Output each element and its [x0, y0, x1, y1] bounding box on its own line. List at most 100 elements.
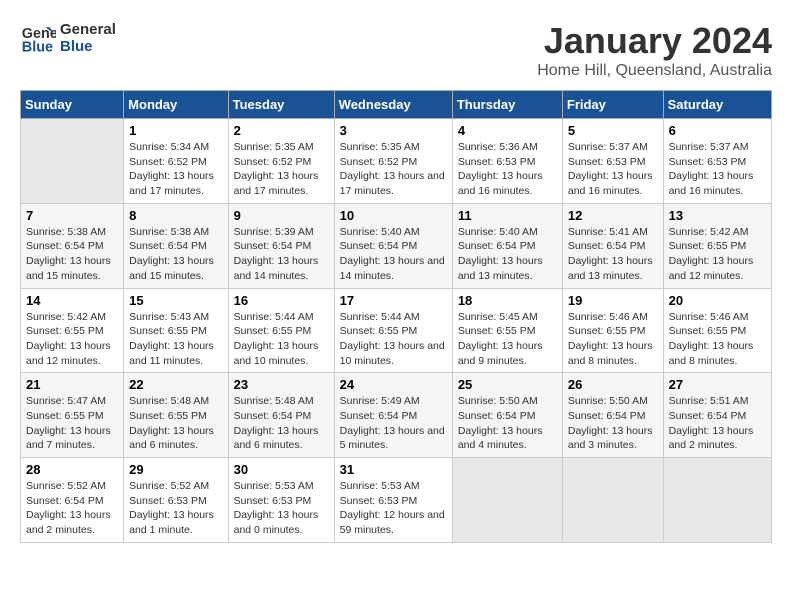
calendar-cell: 6 Sunrise: 5:37 AMSunset: 6:53 PMDaylight… — [663, 119, 771, 204]
calendar-cell: 9 Sunrise: 5:39 AMSunset: 6:54 PMDaylight… — [228, 203, 334, 288]
day-info: Sunrise: 5:41 AMSunset: 6:54 PMDaylight:… — [568, 225, 658, 284]
logo-line2: Blue — [60, 38, 116, 55]
day-info: Sunrise: 5:42 AMSunset: 6:55 PMDaylight:… — [669, 225, 766, 284]
day-number: 29 — [129, 462, 222, 477]
day-info: Sunrise: 5:51 AMSunset: 6:54 PMDaylight:… — [669, 394, 766, 453]
calendar-cell: 13 Sunrise: 5:42 AMSunset: 6:55 PMDayligh… — [663, 203, 771, 288]
day-number: 2 — [234, 123, 329, 138]
calendar-cell: 7Sunrise: 5:38 AMSunset: 6:54 PMDaylight… — [21, 203, 124, 288]
day-number: 20 — [669, 293, 766, 308]
day-info: Sunrise: 5:35 AMSunset: 6:52 PMDaylight:… — [234, 140, 329, 199]
day-number: 24 — [340, 377, 447, 392]
calendar-cell: 27 Sunrise: 5:51 AMSunset: 6:54 PMDayligh… — [663, 373, 771, 458]
calendar-week-row: 21Sunrise: 5:47 AMSunset: 6:55 PMDayligh… — [21, 373, 772, 458]
calendar-cell: 26 Sunrise: 5:50 AMSunset: 6:54 PMDayligh… — [562, 373, 663, 458]
day-number: 10 — [340, 208, 447, 223]
calendar-cell: 31 Sunrise: 5:53 AMSunset: 6:53 PMDayligh… — [334, 458, 452, 543]
calendar-cell: 30 Sunrise: 5:53 AMSunset: 6:53 PMDayligh… — [228, 458, 334, 543]
header-day-monday: Monday — [124, 91, 228, 119]
day-number: 23 — [234, 377, 329, 392]
header-day-thursday: Thursday — [452, 91, 562, 119]
calendar-cell: 24 Sunrise: 5:49 AMSunset: 6:54 PMDayligh… — [334, 373, 452, 458]
header-day-wednesday: Wednesday — [334, 91, 452, 119]
day-number: 8 — [129, 208, 222, 223]
day-number: 13 — [669, 208, 766, 223]
calendar-cell: 19 Sunrise: 5:46 AMSunset: 6:55 PMDayligh… — [562, 288, 663, 373]
calendar-cell: 4Sunrise: 5:36 AMSunset: 6:53 PMDaylight… — [452, 119, 562, 204]
logo: General Blue General Blue — [20, 20, 116, 56]
calendar-cell: 11 Sunrise: 5:40 AMSunset: 6:54 PMDayligh… — [452, 203, 562, 288]
day-info: Sunrise: 5:50 AMSunset: 6:54 PMDaylight:… — [458, 394, 557, 453]
header-day-tuesday: Tuesday — [228, 91, 334, 119]
calendar-cell: 17Sunrise: 5:44 AMSunset: 6:55 PMDayligh… — [334, 288, 452, 373]
day-number: 9 — [234, 208, 329, 223]
day-info: Sunrise: 5:45 AMSunset: 6:55 PMDaylight:… — [458, 310, 557, 369]
day-info: Sunrise: 5:48 AMSunset: 6:54 PMDaylight:… — [234, 394, 329, 453]
day-info: Sunrise: 5:50 AMSunset: 6:54 PMDaylight:… — [568, 394, 658, 453]
day-number: 3 — [340, 123, 447, 138]
day-number: 30 — [234, 462, 329, 477]
day-number: 26 — [568, 377, 658, 392]
calendar-cell: 18 Sunrise: 5:45 AMSunset: 6:55 PMDayligh… — [452, 288, 562, 373]
day-number: 11 — [458, 208, 557, 223]
day-info: Sunrise: 5:34 AMSunset: 6:52 PMDaylight:… — [129, 140, 222, 199]
title-section: January 2024 Home Hill, Queensland, Aust… — [537, 20, 772, 80]
day-info: Sunrise: 5:46 AMSunset: 6:55 PMDaylight:… — [568, 310, 658, 369]
page-header: General Blue General Blue January 2024 H… — [20, 20, 772, 80]
calendar-week-row: 7Sunrise: 5:38 AMSunset: 6:54 PMDaylight… — [21, 203, 772, 288]
calendar-cell: 20 Sunrise: 5:46 AMSunset: 6:55 PMDayligh… — [663, 288, 771, 373]
calendar-cell: 8 Sunrise: 5:38 AMSunset: 6:54 PMDaylight… — [124, 203, 228, 288]
calendar-cell — [663, 458, 771, 543]
calendar-cell: 23 Sunrise: 5:48 AMSunset: 6:54 PMDayligh… — [228, 373, 334, 458]
calendar-cell: 14Sunrise: 5:42 AMSunset: 6:55 PMDayligh… — [21, 288, 124, 373]
day-number: 19 — [568, 293, 658, 308]
svg-text:Blue: Blue — [22, 40, 53, 56]
day-info: Sunrise: 5:52 AMSunset: 6:54 PMDaylight:… — [26, 479, 118, 538]
calendar-cell: 5 Sunrise: 5:37 AMSunset: 6:53 PMDaylight… — [562, 119, 663, 204]
day-info: Sunrise: 5:43 AMSunset: 6:55 PMDaylight:… — [129, 310, 222, 369]
calendar-cell: 29 Sunrise: 5:52 AMSunset: 6:53 PMDayligh… — [124, 458, 228, 543]
day-number: 31 — [340, 462, 447, 477]
location-subtitle: Home Hill, Queensland, Australia — [537, 62, 772, 80]
day-info: Sunrise: 5:49 AMSunset: 6:54 PMDaylight:… — [340, 394, 447, 453]
day-info: Sunrise: 5:38 AMSunset: 6:54 PMDaylight:… — [129, 225, 222, 284]
day-info: Sunrise: 5:39 AMSunset: 6:54 PMDaylight:… — [234, 225, 329, 284]
calendar-table: SundayMondayTuesdayWednesdayThursdayFrid… — [20, 90, 772, 543]
day-info: Sunrise: 5:37 AMSunset: 6:53 PMDaylight:… — [568, 140, 658, 199]
calendar-week-row: 1 Sunrise: 5:34 AMSunset: 6:52 PMDaylight… — [21, 119, 772, 204]
day-number: 17 — [340, 293, 447, 308]
logo-line1: General — [60, 21, 116, 38]
day-info: Sunrise: 5:48 AMSunset: 6:55 PMDaylight:… — [129, 394, 222, 453]
day-info: Sunrise: 5:38 AMSunset: 6:54 PMDaylight:… — [26, 225, 118, 284]
month-year-title: January 2024 — [537, 20, 772, 62]
day-info: Sunrise: 5:46 AMSunset: 6:55 PMDaylight:… — [669, 310, 766, 369]
day-number: 16 — [234, 293, 329, 308]
logo-icon: General Blue — [20, 20, 56, 56]
day-number: 1 — [129, 123, 222, 138]
day-info: Sunrise: 5:37 AMSunset: 6:53 PMDaylight:… — [669, 140, 766, 199]
day-info: Sunrise: 5:36 AMSunset: 6:53 PMDaylight:… — [458, 140, 557, 199]
day-info: Sunrise: 5:44 AMSunset: 6:55 PMDaylight:… — [234, 310, 329, 369]
day-info: Sunrise: 5:52 AMSunset: 6:53 PMDaylight:… — [129, 479, 222, 538]
day-info: Sunrise: 5:47 AMSunset: 6:55 PMDaylight:… — [26, 394, 118, 453]
calendar-cell — [452, 458, 562, 543]
day-number: 15 — [129, 293, 222, 308]
day-info: Sunrise: 5:35 AMSunset: 6:52 PMDaylight:… — [340, 140, 447, 199]
day-number: 18 — [458, 293, 557, 308]
calendar-cell: 22Sunrise: 5:48 AMSunset: 6:55 PMDayligh… — [124, 373, 228, 458]
header-day-friday: Friday — [562, 91, 663, 119]
day-info: Sunrise: 5:53 AMSunset: 6:53 PMDaylight:… — [234, 479, 329, 538]
calendar-cell: 10 Sunrise: 5:40 AMSunset: 6:54 PMDayligh… — [334, 203, 452, 288]
calendar-cell: 28Sunrise: 5:52 AMSunset: 6:54 PMDayligh… — [21, 458, 124, 543]
calendar-cell: 1 Sunrise: 5:34 AMSunset: 6:52 PMDaylight… — [124, 119, 228, 204]
day-info: Sunrise: 5:53 AMSunset: 6:53 PMDaylight:… — [340, 479, 447, 538]
day-info: Sunrise: 5:40 AMSunset: 6:54 PMDaylight:… — [458, 225, 557, 284]
day-number: 6 — [669, 123, 766, 138]
calendar-cell — [21, 119, 124, 204]
day-number: 5 — [568, 123, 658, 138]
day-number: 27 — [669, 377, 766, 392]
calendar-cell — [562, 458, 663, 543]
header-day-sunday: Sunday — [21, 91, 124, 119]
day-number: 12 — [568, 208, 658, 223]
day-info: Sunrise: 5:40 AMSunset: 6:54 PMDaylight:… — [340, 225, 447, 284]
